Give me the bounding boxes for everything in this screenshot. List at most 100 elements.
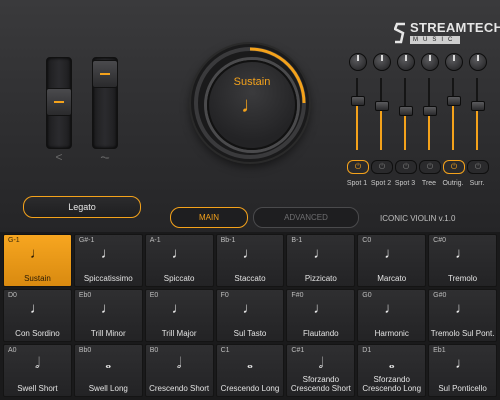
mic-power-button[interactable]: ⏻ [467,160,489,174]
note-symbol-icon: ♩ [455,245,471,262]
articulation-name: Sustain [24,274,51,283]
note-symbol-icon: ♩ [171,300,187,317]
keyswitch-label: A-1 [149,237,161,244]
mic-power-button[interactable]: ⏻ [371,160,393,174]
keyswitch-label: C#1 [291,347,305,354]
articulation-button[interactable]: E0 ♩ Trill Major [144,289,214,342]
articulation-name: Pizzicato [304,274,337,283]
mic-level-handle[interactable] [471,101,485,112]
articulation-name: Trill Minor [90,329,126,338]
articulation-name: Flautando [303,329,339,338]
mic-pan-knob[interactable] [469,53,487,71]
note-symbol-icon: ♩ [313,300,329,317]
articulation-button[interactable]: G-1 ♩ Sustain [3,234,72,287]
keyswitch-label: F#0 [291,292,304,299]
mic-power-button[interactable]: ⏻ [419,160,441,174]
note-symbol-icon: 𝅗𝅥 [35,355,40,372]
articulation-button[interactable]: D0 ♩ Con Sordino [3,289,72,342]
mic-level-fill [356,99,358,150]
brand-name: STREAMTECH [410,20,500,35]
keyswitch-label: E0 [149,292,159,299]
articulation-name: Marcato [377,274,407,283]
mic-power-button[interactable]: ⏻ [395,160,417,174]
note-symbol-icon: ♩ [242,300,258,317]
note-symbol-icon: ♩ [29,245,45,262]
quarter-note-icon: ♩ [241,92,263,117]
mic-level-handle[interactable] [375,101,389,112]
note-symbol-icon: ♩ [242,245,258,262]
keyswitch-label: C1 [220,347,230,354]
mic-pan-knob[interactable] [373,53,391,71]
keyswitch-label: Eb1 [433,347,446,354]
articulation-button[interactable]: F#0 ♩ Flautando [286,289,356,342]
keyswitch-label: C#0 [433,237,446,244]
articulation-button[interactable]: B0 𝅗𝅥 Crescendo Short [144,344,214,397]
articulation-name: Sul Tasto [233,329,267,338]
knob-articulation-label: Sustain [233,76,271,88]
note-symbol-icon: ♩ [100,300,116,317]
articulation-button[interactable]: G0 ♩ Harmonic [357,289,427,342]
articulation-button[interactable]: C0 ♩ Marcato [357,234,427,287]
articulation-button[interactable]: Eb0 ♩ Trill Minor [73,289,143,342]
vibrato-icon: ⏦ [100,150,110,164]
tab-main[interactable]: MAIN [170,207,248,228]
legato-button[interactable]: Legato [23,196,141,218]
articulation-button[interactable]: B-1 ♩ Pizzicato [286,234,356,287]
articulation-button[interactable]: A0 𝅗𝅥 Swell Short [3,344,72,397]
articulation-button[interactable]: G#-1 ♩ Spiccatissimo [73,234,143,287]
articulation-button[interactable]: C#1 𝅗𝅥 Sforzando Crescendo Short [286,344,356,397]
brand-sub: MUSIC [410,36,461,44]
articulation-name: Sforzando Crescendo Short [290,375,351,393]
articulation-name: Swell Short [17,384,58,393]
note-symbol-icon: ♩ [313,245,329,262]
articulation-name: Spiccato [163,274,195,283]
keyswitch-label: Eb0 [78,292,92,299]
articulation-name: Tremolo [448,274,478,283]
mic-level-handle[interactable] [399,106,413,117]
keyswitch-label: A0 [8,347,17,354]
vibrato-fader[interactable] [92,57,118,149]
note-symbol-icon: 𝅗𝅥 [318,355,324,372]
fader-cap[interactable] [92,60,118,88]
fader-cap[interactable] [46,88,72,116]
note-symbol-icon: 𝅝 [247,355,253,372]
mic-pan-knob[interactable] [421,53,439,71]
articulation-name: Crescendo Long [220,384,280,393]
articulation-name: Con Sordino [15,329,60,338]
articulation-button[interactable]: Bb0 𝅝 Swell Long [73,344,143,397]
articulation-button[interactable]: C1 𝅝 Crescendo Long [215,344,285,397]
note-symbol-icon: ♩ [384,300,400,317]
mic-level-fill [476,105,478,150]
mic-pan-knob[interactable] [397,53,415,71]
note-symbol-icon: ♩ [455,300,471,317]
articulation-name: Swell Long [88,384,128,393]
mic-pan-knob[interactable] [445,53,463,71]
mic-power-button[interactable]: ⏻ [443,160,465,174]
articulation-name: Sforzando Crescendo Long [362,375,422,393]
tab-advanced[interactable]: ADVANCED [253,207,359,228]
crescendo-icon: < [55,150,63,164]
mic-level-handle[interactable] [423,106,437,117]
articulation-name: Harmonic [374,329,409,338]
articulation-button[interactable]: Eb1 ♩ Sul Ponticello [428,344,497,397]
keyswitch-label: B0 [149,347,159,354]
keyswitch-label: G0 [362,292,372,299]
keyswitch-label: C0 [362,237,372,244]
articulation-button[interactable]: F0 ♩ Sul Tasto [215,289,285,342]
expression-fader[interactable] [46,57,72,149]
keyswitch-label: G-1 [8,237,20,244]
mic-pan-knob[interactable] [349,53,367,71]
mic-power-button[interactable]: ⏻ [347,160,369,174]
mic-level-handle[interactable] [447,95,461,106]
articulation-button[interactable]: G#0 ♩ Tremolo Sul Pont. [428,289,497,342]
articulation-button[interactable]: Bb-1 ♩ Staccato [215,234,285,287]
articulation-button[interactable]: A-1 ♩ Spiccato [144,234,214,287]
mic-level-handle[interactable] [351,95,365,106]
note-symbol-icon: ♩ [100,245,116,262]
articulation-button[interactable]: C#0 ♩ Tremolo [428,234,497,287]
keyswitch-label: B-1 [291,237,303,244]
keyswitch-label: D0 [8,292,17,299]
articulation-name: Tremolo Sul Pont. [430,329,495,338]
articulation-name: Crescendo Short [149,384,210,393]
articulation-button[interactable]: D1 𝅝 Sforzando Crescendo Long [357,344,427,397]
